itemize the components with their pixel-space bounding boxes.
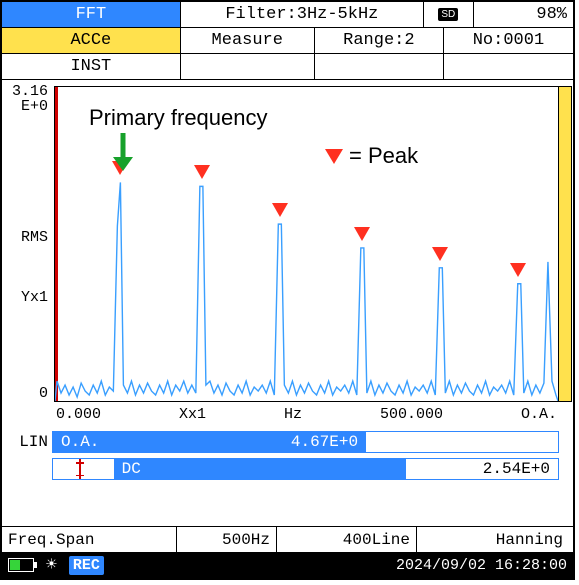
oa-label: O.A. bbox=[61, 433, 99, 451]
filter-readout: Filter:3Hz-5kHz bbox=[181, 2, 424, 27]
y-top: 3.16 E+0 bbox=[4, 84, 48, 114]
peak-marker-icon bbox=[354, 227, 370, 241]
oa-band[interactable]: O.A. 4.67E+0 bbox=[52, 431, 559, 453]
record-no: No:0001 bbox=[444, 28, 573, 53]
freq-span-value[interactable]: 500Hz bbox=[177, 527, 277, 552]
blank-cell bbox=[181, 54, 315, 79]
line-value[interactable]: 400Line bbox=[277, 527, 417, 552]
peak-marker-icon bbox=[272, 203, 288, 217]
lin-label: LIN bbox=[4, 433, 52, 451]
x-tick: Hz bbox=[284, 406, 302, 423]
arrow-icon bbox=[111, 131, 135, 176]
measure-readout: Measure bbox=[181, 28, 315, 53]
y-mid: RMS bbox=[4, 230, 48, 245]
brightness-icon: ☀ bbox=[46, 554, 57, 576]
rec-indicator: REC bbox=[69, 556, 104, 575]
peak-marker-icon bbox=[432, 247, 448, 261]
y-zero: 0 bbox=[4, 386, 48, 401]
dc-value: 2.54E+0 bbox=[483, 460, 550, 478]
tab-fft[interactable]: FFT bbox=[2, 2, 181, 27]
annotation-peak-legend: = Peak bbox=[325, 143, 418, 169]
chart-area: 3.16 E+0 RMS Yx1 0 Primary frequency bbox=[2, 80, 573, 526]
dc-label: DC bbox=[122, 460, 141, 478]
blank-cell bbox=[444, 54, 573, 79]
x-tick: Xx1 bbox=[179, 406, 206, 423]
peak-legend-icon bbox=[325, 149, 343, 164]
x-tick: O.A. bbox=[521, 406, 557, 423]
x-tick: 500.000 bbox=[380, 406, 443, 423]
cursor-tick-icon bbox=[79, 459, 81, 479]
x-tick: 0.000 bbox=[56, 406, 101, 423]
range-readout: Range:2 bbox=[315, 28, 444, 53]
spectrum-plot[interactable]: Primary frequency = Peak bbox=[54, 86, 559, 402]
sd-indicator: SD bbox=[424, 2, 474, 27]
display-mode[interactable]: INST bbox=[2, 54, 181, 79]
datetime: 2024/09/02 16:28:00 bbox=[396, 557, 567, 574]
tab-acc[interactable]: ACCe bbox=[2, 28, 181, 53]
peak-legend-text: = Peak bbox=[349, 143, 418, 169]
oa-value: 4.67E+0 bbox=[291, 433, 358, 451]
y-lower: Yx1 bbox=[4, 290, 48, 305]
status-bar: ☀ REC 2024/09/02 16:28:00 bbox=[2, 552, 573, 578]
blank-cell bbox=[315, 54, 444, 79]
battery-pct: 98% bbox=[474, 2, 573, 27]
battery-icon bbox=[8, 558, 34, 572]
peak-marker-icon bbox=[194, 165, 210, 179]
annotation-primary: Primary frequency bbox=[89, 105, 268, 131]
overall-bar bbox=[558, 86, 572, 402]
dc-band[interactable]: DC 2.54E+0 bbox=[52, 458, 559, 480]
x-axis-labels: 0.000 Xx1 Hz 500.000 O.A. bbox=[54, 406, 559, 423]
peak-marker-icon bbox=[510, 263, 526, 277]
freq-span-label: Freq.Span bbox=[2, 527, 177, 552]
window-value[interactable]: Hanning bbox=[417, 527, 573, 552]
